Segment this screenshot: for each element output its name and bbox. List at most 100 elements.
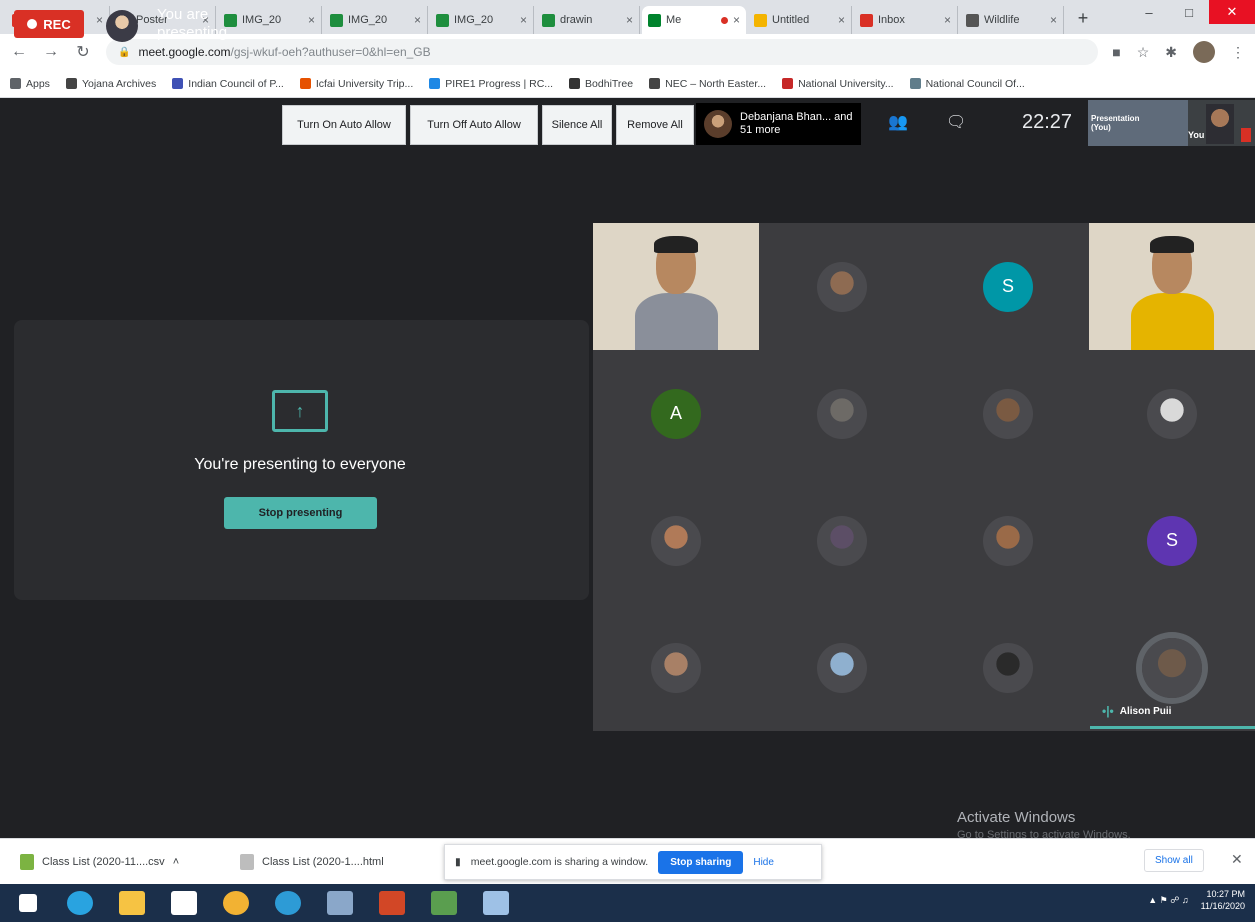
new-tab-button[interactable]: + [1070, 5, 1096, 31]
extensions-icon[interactable]: ✱ [1165, 44, 1177, 61]
windows-taskbar [0, 884, 1255, 922]
bookmark-label: Yojana Archives [81, 77, 157, 90]
camera-in-use-icon[interactable]: ■ [1112, 44, 1120, 60]
close-tab-icon[interactable]: × [626, 13, 633, 27]
participant-tile[interactable] [593, 477, 759, 604]
forward-icon[interactable]: → [42, 43, 60, 61]
maximize-icon[interactable]: □ [1169, 0, 1209, 24]
close-tab-icon[interactable]: × [944, 13, 951, 27]
bookmark-favicon-icon [429, 78, 441, 89]
participant-tile[interactable] [759, 477, 925, 604]
network-app-icon[interactable] [320, 886, 360, 920]
close-window-icon[interactable]: ✕ [1209, 0, 1255, 24]
browser-tab[interactable]: IMG_20 × [324, 6, 428, 34]
participant-tile[interactable] [1089, 350, 1255, 477]
my-avatar [106, 10, 138, 42]
browser-tab[interactable]: Wildlife × [960, 6, 1064, 34]
extension-button[interactable]: Turn Off Auto Allow [410, 105, 538, 145]
bookmark-item[interactable]: Icfai University Trip... [299, 78, 413, 90]
bookmark-label: BodhiTree [585, 77, 634, 90]
bookmark-item[interactable]: Indian Council of P... [172, 78, 284, 90]
bookmark-item[interactable]: Apps [10, 78, 50, 90]
people-icon[interactable]: 👥 [888, 112, 908, 132]
close-tab-icon[interactable]: × [1050, 13, 1057, 27]
bookmark-item[interactable]: National Council Of... [909, 78, 1025, 90]
minimize-icon[interactable]: – [1129, 0, 1169, 24]
participant-tile[interactable] [925, 477, 1091, 604]
participant-tile[interactable]: S [925, 223, 1091, 350]
file-explorer-icon[interactable] [112, 886, 152, 920]
participants-summary[interactable]: Debanjana Bhan... and 51 more [696, 103, 861, 145]
bookmark-item[interactable]: NEC – North Easter... [649, 78, 766, 90]
browser-tab[interactable]: drawin × [536, 6, 640, 34]
close-tab-icon[interactable]: × [414, 13, 421, 27]
close-tab-icon[interactable]: × [520, 13, 527, 27]
browser-tab[interactable]: Untitled × [748, 6, 852, 34]
url-input[interactable]: 🔒 meet.google.com/gsj-wkuf-oeh?authuser=… [106, 39, 1099, 65]
chat-icon[interactable]: 🗨 [946, 112, 966, 132]
tray-icons[interactable]: ▲ ⚑ ☍ ♫ [1148, 894, 1188, 906]
participant-avatar [704, 110, 732, 138]
tab-label: Me [666, 14, 682, 26]
bookmark-item[interactable]: BodhiTree [569, 78, 633, 90]
participant-tile[interactable] [1089, 223, 1255, 350]
self-view[interactable]: Presentation (You) You [1088, 100, 1255, 146]
edge-icon[interactable] [268, 886, 308, 920]
bookmark-favicon-icon [10, 78, 21, 89]
back-icon[interactable]: ← [10, 43, 28, 61]
participant-tile[interactable] [925, 350, 1091, 477]
participant-avatar [651, 642, 701, 693]
bookmark-favicon-icon [649, 78, 661, 89]
chevron-up-icon[interactable]: ˄ [173, 856, 179, 868]
participant-tile[interactable]: A [593, 350, 759, 477]
participant-tile[interactable] [759, 350, 925, 477]
tab-favicon-icon [648, 13, 661, 27]
hide-button[interactable]: Hide [753, 857, 774, 868]
participant-hair [654, 235, 698, 254]
stop-sharing-button[interactable]: Stop sharing [658, 850, 744, 874]
tray-clock[interactable]: 10:27 PM 11/16/2020 [1201, 888, 1245, 912]
browser-tab[interactable]: IMG_20 × [430, 6, 534, 34]
profile-avatar[interactable] [1193, 41, 1215, 63]
participant-tile[interactable] [593, 223, 759, 350]
download-item[interactable]: Class List (2020-1....html [240, 853, 440, 870]
browser-tab[interactable]: Inbox × [854, 6, 958, 34]
extension-button[interactable]: Silence All [542, 105, 612, 145]
close-tab-icon[interactable]: × [308, 13, 315, 27]
stop-presenting-button[interactable]: Stop presenting [224, 497, 377, 529]
participant-tile[interactable] [759, 604, 925, 731]
bookmark-star-icon[interactable]: ☆ [1137, 44, 1150, 61]
close-downloads-icon[interactable]: ✕ [1231, 851, 1243, 868]
tab-label: IMG_20 [454, 14, 494, 26]
store-icon[interactable] [164, 886, 204, 920]
bookmark-item[interactable]: Yojana Archives [65, 77, 157, 90]
bookmark-item[interactable]: PIRE1 Progress | RC... [429, 78, 553, 90]
chrome-icon[interactable] [216, 886, 256, 920]
reload-icon[interactable]: ↻ [74, 42, 92, 62]
participant-tile[interactable] [759, 223, 925, 350]
download-item[interactable]: Class List (2020-11....csv ˄ [20, 853, 220, 870]
download-filename: Class List (2020-11....csv [42, 855, 165, 868]
excel-icon[interactable] [424, 886, 464, 920]
participant-avatar [983, 388, 1033, 439]
participant-tile[interactable] [593, 604, 759, 731]
close-tab-icon[interactable]: × [838, 13, 845, 27]
recording-indicator[interactable]: REC [14, 10, 84, 38]
browser-tab[interactable]: Me × [642, 6, 746, 34]
close-tab-icon[interactable]: × [96, 13, 103, 27]
tray-time: 10:27 PM [1206, 889, 1245, 899]
internet-explorer-icon[interactable] [60, 886, 100, 920]
tab-favicon-icon [966, 13, 979, 27]
participant-tile[interactable]: S [1089, 477, 1255, 604]
powerpoint-icon[interactable] [372, 886, 412, 920]
extension-button[interactable]: Remove All [616, 105, 694, 145]
show-all-downloads-button[interactable]: Show all [1144, 849, 1204, 872]
participant-avatar [983, 515, 1033, 566]
extension-button[interactable]: Turn On Auto Allow [282, 105, 406, 145]
screen-app-icon[interactable] [476, 886, 516, 920]
bookmark-item[interactable]: National University... [782, 78, 894, 90]
menu-icon[interactable]: ⋮ [1231, 44, 1245, 61]
participant-tile[interactable] [925, 604, 1091, 731]
close-tab-icon[interactable]: × [733, 13, 740, 27]
windows-start-icon[interactable] [8, 886, 48, 920]
